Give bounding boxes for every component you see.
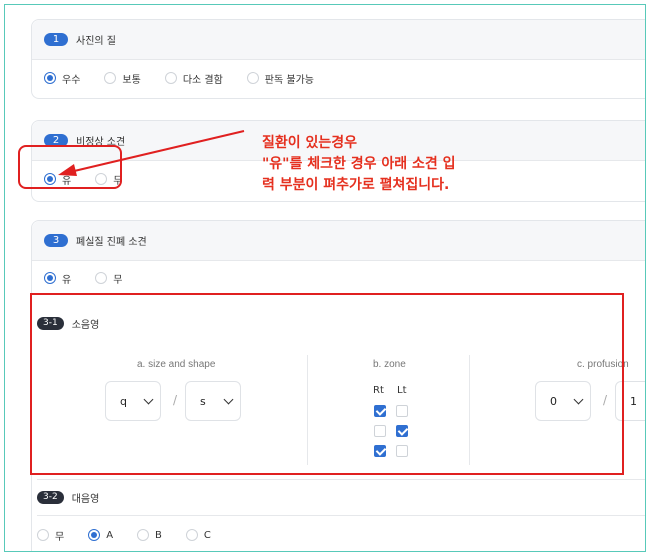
annotation-arrow-icon bbox=[58, 130, 245, 176]
annotation-line: 력 부분이 펴추가로 펼쳐집니다. bbox=[262, 177, 450, 193]
annotation-line: "유"를 체크한 경우 아래 소견 입 bbox=[262, 156, 456, 172]
annotation-note: 질환이 있는경우 "유"를 체크한 경우 아래 소견 입 력 부분이 펴추가로 … bbox=[262, 133, 456, 196]
annotation-line: 질환이 있는경우 bbox=[262, 135, 358, 151]
